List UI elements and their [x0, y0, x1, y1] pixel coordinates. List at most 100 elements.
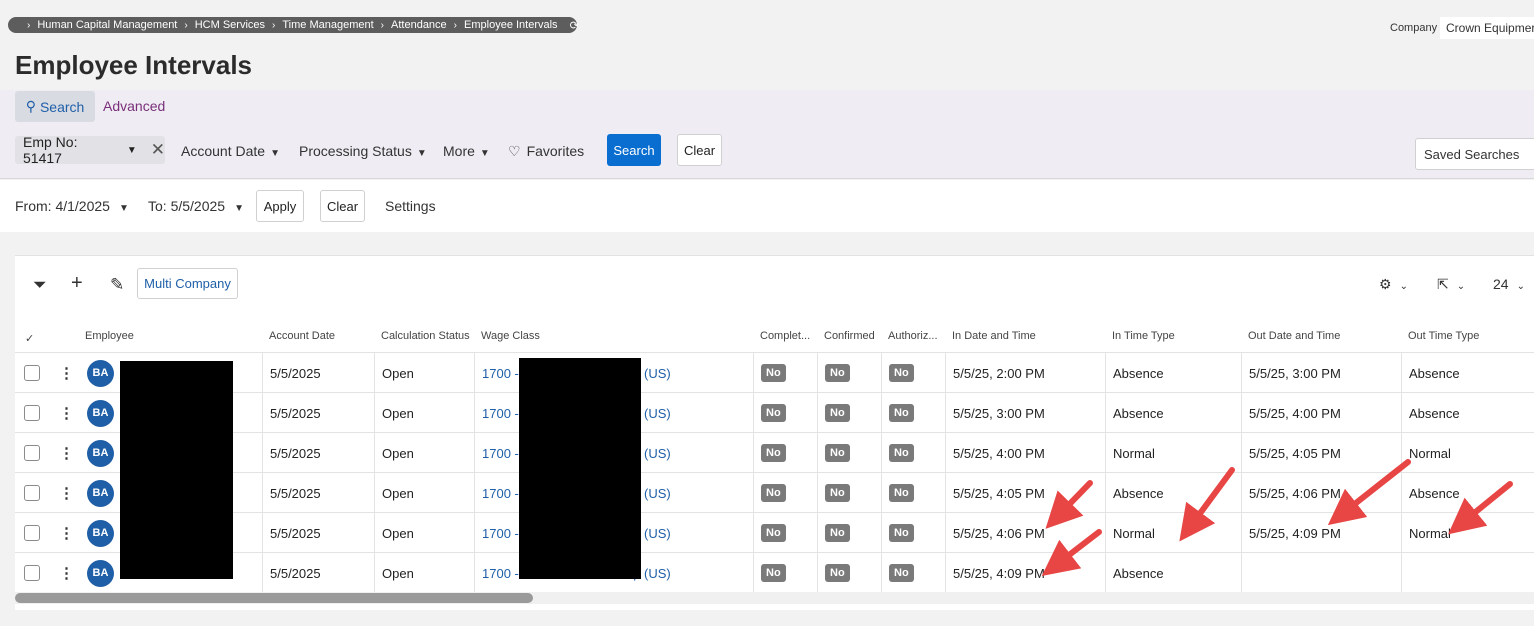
column-header-account-date[interactable]: Account Date — [269, 330, 335, 342]
breadcrumb-item-hcm[interactable]: Human Capital Management — [37, 19, 177, 31]
in-time-type-cell-text: Absence — [1113, 365, 1164, 381]
row-actions-menu[interactable]: ⋮ — [50, 433, 80, 473]
intervals-grid: ⏷ + ✎ Multi Company ⚙ ⌄ ⇱ ⌄ 24 ⌄ ✓ Employee… — [15, 255, 1534, 610]
kebab-icon[interactable]: ⋮ — [59, 364, 74, 382]
out-date-time-cell-text: 5/5/25, 4:06 PM — [1249, 485, 1341, 501]
column-header-in-time-type[interactable]: In Time Type — [1112, 330, 1175, 342]
column-header-out-time-type[interactable]: Out Time Type — [1408, 330, 1479, 342]
redaction-block — [120, 361, 233, 579]
column-header-confirmed[interactable]: Confirmed — [824, 330, 875, 342]
search-button[interactable]: Search — [607, 134, 661, 166]
chevron-right-icon: › — [380, 19, 385, 31]
column-header-authorized[interactable]: Authoriz... — [888, 330, 938, 342]
table-row[interactable]: ⋮ BA 5/5/2025 Open 1700 - rp (US) No No No 5/5/25… — [15, 512, 1534, 553]
table-row[interactable]: ⋮ BA 5/5/2025 Open 1700 - rp (US) No No No 5/5/25… — [15, 392, 1534, 433]
in-date-time-cell-text: 5/5/25, 4:09 PM — [953, 565, 1045, 581]
emp-no-filter-chip[interactable]: Emp No: 51417 ▼ ✕ — [15, 134, 165, 166]
row-checkbox[interactable] — [15, 553, 50, 593]
scrollbar-thumb[interactable] — [15, 593, 533, 603]
refresh-icon[interactable]: ⟳ — [570, 19, 579, 32]
breadcrumb-item-hcm-services[interactable]: HCM Services — [195, 19, 265, 31]
row-checkbox[interactable] — [15, 393, 50, 433]
wage-class-link[interactable]: 1700 - — [482, 366, 519, 381]
caret-down-icon: ▼ — [118, 203, 129, 214]
wage-class-link[interactable]: 1700 - — [482, 446, 519, 461]
close-icon[interactable]: ✕ — [151, 140, 165, 160]
in-time-type-cell: Absence — [1105, 553, 1241, 593]
table-row[interactable]: ⋮ BA 5/5/2025 Open 1700 - rp (US) No No No 5/5/25… — [15, 552, 1534, 593]
apply-button[interactable]: Apply — [256, 190, 304, 222]
clear-dates-button[interactable]: Clear — [320, 190, 365, 222]
tab-advanced[interactable]: Advanced — [103, 98, 165, 114]
avatar-initials: BA — [87, 399, 114, 427]
breadcrumb-item-attendance[interactable]: Attendance — [391, 19, 447, 31]
more-filter[interactable]: More ▼ — [443, 143, 490, 159]
checkbox-icon[interactable] — [24, 365, 40, 381]
column-header-calculation-status[interactable]: Calculation Status — [381, 330, 470, 342]
column-header-wage-class[interactable]: Wage Class — [481, 330, 540, 342]
kebab-icon[interactable]: ⋮ — [59, 444, 74, 462]
row-checkbox[interactable] — [15, 433, 50, 473]
row-actions-menu[interactable]: ⋮ — [50, 513, 80, 553]
account-date-cell-text: 5/5/2025 — [270, 405, 321, 421]
select-all-checkbox[interactable]: ✓ — [25, 332, 34, 345]
checkbox-icon[interactable] — [24, 565, 40, 581]
status-badge: No — [825, 524, 850, 542]
favorites-filter[interactable]: ♡ Favorites — [508, 143, 584, 160]
checkbox-icon[interactable] — [24, 405, 40, 421]
row-actions-menu[interactable]: ⋮ — [50, 353, 80, 393]
column-header-completed[interactable]: Complet... — [760, 330, 810, 342]
checkbox-icon[interactable] — [24, 485, 40, 501]
authorized-badge: No — [881, 353, 945, 393]
table-row[interactable]: ⋮ BA 5/5/2025 Open 1700 - rp (US) No No No 5/5/25… — [15, 472, 1534, 513]
company-selector[interactable]: Crown Equipmer — [1440, 17, 1534, 39]
page-size-value: 24 — [1493, 276, 1509, 292]
row-checkbox[interactable] — [15, 513, 50, 553]
completed-badge: No — [753, 393, 817, 433]
add-icon[interactable]: + — [71, 272, 83, 295]
settings-link[interactable]: Settings — [385, 198, 436, 214]
caret-down-icon: ▼ — [416, 148, 427, 159]
row-actions-menu[interactable]: ⋮ — [50, 393, 80, 433]
column-header-employee[interactable]: Employee — [85, 330, 134, 342]
avatar-initials: BA — [87, 359, 114, 387]
grid-settings-menu[interactable]: ⚙ ⌄ — [1379, 276, 1408, 293]
filter-icon[interactable]: ⏷ — [33, 275, 47, 295]
wage-class-link[interactable]: 1700 - — [482, 526, 519, 541]
to-date-field[interactable]: To: 5/5/2025 ▼ — [148, 198, 244, 214]
wage-class-link[interactable]: 1700 - — [482, 406, 519, 421]
column-header-out-date-time[interactable]: Out Date and Time — [1248, 330, 1340, 342]
checkbox-icon[interactable] — [24, 525, 40, 541]
table-row[interactable]: ⋮ BA 5/5/2025 Open 1700 - rp (US) No No No 5/5/25… — [15, 432, 1534, 473]
out-date-time-cell-text: 5/5/25, 3:00 PM — [1249, 365, 1341, 381]
breadcrumb-item-time-management[interactable]: Time Management — [282, 19, 373, 31]
wage-class-link[interactable]: 1700 - — [482, 566, 519, 581]
row-checkbox[interactable] — [15, 353, 50, 393]
edit-icon[interactable]: ✎ — [110, 275, 124, 295]
column-header-in-date-time[interactable]: In Date and Time — [952, 330, 1036, 342]
row-actions-menu[interactable]: ⋮ — [50, 473, 80, 513]
from-date-field[interactable]: From: 4/1/2025 ▼ — [15, 198, 129, 214]
processing-status-filter[interactable]: Processing Status ▼ — [299, 143, 427, 159]
kebab-icon[interactable]: ⋮ — [59, 484, 74, 502]
saved-searches-dropdown[interactable]: Saved Searches — [1415, 138, 1534, 170]
completed-badge: No — [753, 473, 817, 513]
kebab-icon[interactable]: ⋮ — [59, 404, 74, 422]
kebab-icon[interactable]: ⋮ — [59, 564, 74, 582]
horizontal-scrollbar[interactable] — [15, 592, 1534, 604]
account-date-filter[interactable]: Account Date ▼ — [181, 143, 280, 159]
export-menu[interactable]: ⇱ ⌄ — [1437, 276, 1465, 293]
checkbox-icon[interactable] — [24, 445, 40, 461]
page-size-selector[interactable]: 24 ⌄ — [1493, 276, 1525, 292]
kebab-icon[interactable]: ⋮ — [59, 524, 74, 542]
multi-company-button[interactable]: Multi Company — [137, 268, 238, 299]
out-time-type-cell-text: Normal — [1409, 525, 1451, 541]
clear-filters-button[interactable]: Clear — [677, 134, 722, 166]
row-actions-menu[interactable]: ⋮ — [50, 553, 80, 593]
tab-search[interactable]: ⚲ Search — [15, 91, 95, 122]
table-row[interactable]: ⋮ BA 5/5/2025 Open 1700 - rp (US) No No No 5/5/25… — [15, 352, 1534, 393]
wage-class-link[interactable]: 1700 - — [482, 486, 519, 501]
row-checkbox[interactable] — [15, 473, 50, 513]
processing-status-filter-label: Processing Status — [299, 143, 412, 159]
caret-down-icon[interactable]: ▼ — [127, 145, 137, 156]
